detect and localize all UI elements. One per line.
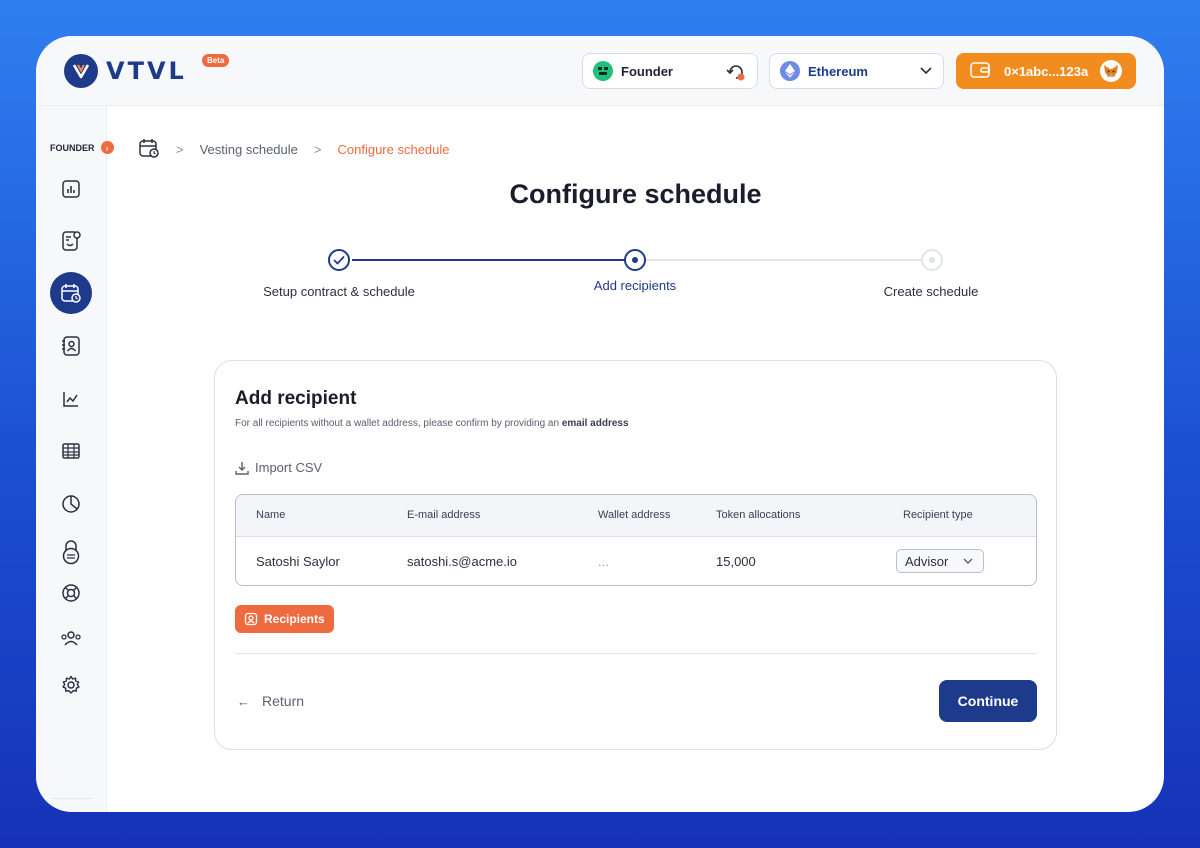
sidebar-item-cap-table[interactable] [50,220,92,262]
chevron-right-icon: > [313,142,322,157]
cell-email: satoshi.s@acme.io [407,554,518,569]
gear-icon [62,675,80,694]
metamask-fox-icon [1100,60,1122,82]
bar-chart-icon [62,180,80,198]
cell-name: Satoshi Saylor [256,554,340,569]
recipients-button[interactable]: Recipients [235,605,334,633]
recipient-type-select[interactable]: Advisor [896,549,984,573]
breadcrumb-configure-schedule: Configure schedule [337,142,450,157]
line-chart-icon [63,392,78,407]
arrow-left-icon: ← [237,693,250,709]
column-header-email: E-mail address [407,509,481,521]
card-subtitle-text: For all recipients without a wallet addr… [235,418,562,429]
sidebar-role[interactable]: FOUNDER › [50,141,114,154]
step-2-current-icon [624,249,646,271]
sidebar-divider [52,798,92,799]
column-header-name: Name [256,509,286,521]
breadcrumb: > Vesting schedule > Configure schedule [138,137,450,162]
form-icon [62,231,81,251]
wallet-icon [970,61,990,81]
wallet-address: 0×1abc...123a [1004,63,1089,79]
card-divider [235,653,1037,654]
network-label: Ethereum [808,63,868,79]
page-title: Configure schedule [509,179,762,209]
step-1-label: Setup contract & schedule [263,284,415,299]
sidebar: FOUNDER › [36,106,114,812]
chevron-down-icon [919,64,933,81]
logo-text: VTVL [106,57,187,85]
sidebar-item-settings[interactable] [50,664,92,706]
step-2-label: Add recipients [593,278,677,293]
recipient-type-value: Advisor [905,553,949,569]
chevron-right-icon: › [100,141,114,154]
column-header-type: Recipient type [903,509,973,521]
switch-role-icon[interactable] [725,62,747,85]
return-label: Return [262,693,305,709]
import-csv-label: Import CSV [255,460,323,475]
app-window: VTVL Beta Founder Ethereum 0×1abc...123a… [36,36,1164,812]
sidebar-item-analytics[interactable] [50,378,92,420]
sidebar-item-recipients[interactable] [50,325,92,367]
return-button[interactable]: ← Return [237,693,304,709]
contact-icon [62,336,80,356]
cell-tokens: 15,000 [716,554,756,569]
sidebar-item-tokens[interactable] [50,531,92,573]
recipients-table: Name E-mail address Wallet address Token… [235,494,1037,586]
wallet-button[interactable]: 0×1abc...123a [956,53,1136,89]
breadcrumb-vesting-schedule[interactable]: Vesting schedule [200,142,298,157]
chevron-right-icon: > [176,142,184,157]
import-csv-button[interactable]: Import CSV [235,460,322,475]
contact-icon [244,612,258,626]
sidebar-item-reports[interactable] [50,483,92,525]
vtvl-logo-icon [64,54,98,88]
table-row: Satoshi Saylor satoshi.s@acme.io ... 15,… [236,537,1036,585]
role-selector[interactable]: Founder [582,53,758,89]
ethereum-icon [780,61,800,81]
beta-badge: Beta [202,54,230,67]
calendar-icon[interactable] [138,137,160,162]
step-connector-complete [352,259,628,261]
download-icon [235,461,249,475]
cell-wallet: ... [598,554,609,569]
top-header: VTVL Beta Founder Ethereum 0×1abc...123a [36,36,1164,106]
sidebar-item-vesting-schedule[interactable] [50,272,92,314]
column-header-tokens: Token allocations [716,509,801,521]
step-connector-pending [646,259,922,261]
recipients-button-label: Recipients [264,612,325,626]
chevron-down-icon [962,555,974,570]
team-icon [61,631,81,646]
sidebar-item-team[interactable] [50,618,92,660]
table-header: Name E-mail address Wallet address Token… [236,495,1036,537]
column-header-wallet: Wallet address [598,509,671,521]
step-1-check-icon [328,249,350,271]
card-subtitle: For all recipients without a wallet addr… [235,418,629,429]
grid-table-icon [62,443,80,459]
continue-button[interactable]: Continue [939,680,1037,722]
step-3-label: Create schedule [883,284,979,299]
calendar-clock-icon [61,284,81,303]
pie-chart-icon [62,495,80,513]
sidebar-item-support[interactable] [50,572,92,614]
card-title: Add recipient [235,388,357,409]
sidebar-item-dashboard[interactable] [50,168,92,210]
sidebar-role-label: FOUNDER [50,142,95,153]
lifebuoy-icon [62,584,80,602]
card-subtitle-emphasis: email address [561,418,629,429]
logo[interactable]: VTVL [64,54,187,88]
role-label: Founder [621,63,673,79]
step-3-pending-icon [921,249,943,271]
lock-icon [62,540,80,565]
network-selector[interactable]: Ethereum [769,53,944,89]
founder-role-icon [593,61,613,81]
add-recipient-card: Add recipient For all recipients without… [214,360,1057,750]
sidebar-item-table[interactable] [50,430,92,472]
